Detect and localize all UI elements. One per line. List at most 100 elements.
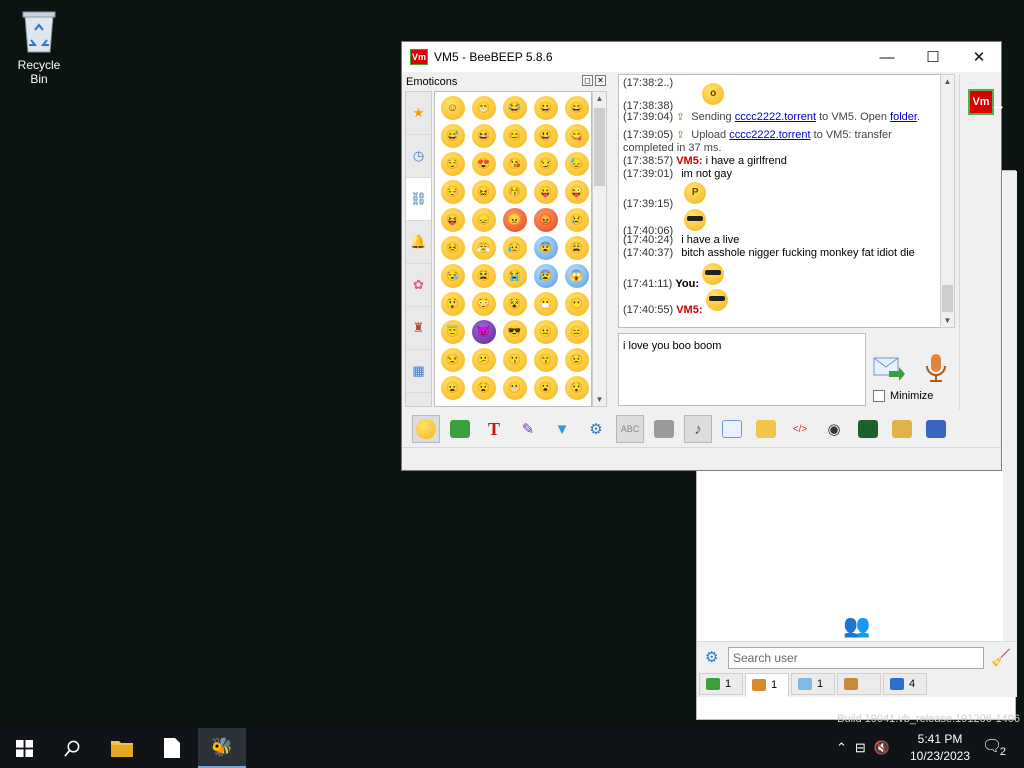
dictionary-icon[interactable] [650,415,678,443]
minimize-checkbox[interactable] [873,390,885,402]
recycle-bin-desktop-icon[interactable]: Recycle Bin [8,8,70,86]
symbol-icon[interactable]: ▦ [406,350,431,393]
volume-icon[interactable]: 🔇 [874,740,890,756]
emoticon-item[interactable]: 😮 [530,374,561,402]
link-icon[interactable]: ⛓ [406,178,431,221]
emoticon-item[interactable]: 😠 [499,206,530,234]
emoticon-item[interactable]: 😩 [561,234,591,262]
emoticon-item[interactable]: 😟 [561,346,591,374]
emoticon-item[interactable]: 😌 [437,150,468,178]
chat-transcript[interactable]: (17:38:2..) (17:38:38) o (17:39:04) ⇪ Se… [618,74,954,328]
emoticon-item[interactable]: 😚 [499,178,530,206]
emoticon-item[interactable]: 😡 [530,206,561,234]
screenshot-icon[interactable]: ◉ [820,415,848,443]
send-folder-icon[interactable] [752,415,780,443]
notifications-button[interactable]: 🗨 2 [982,736,1006,758]
emoticons-icon[interactable] [412,415,440,443]
clear-search-icon[interactable]: 🧹 [991,648,1011,668]
file-link[interactable]: cccc2222.torrent [729,129,810,141]
file-link[interactable]: cccc2222.torrent [735,111,816,123]
emoticon-item[interactable]: 😢 [561,206,591,234]
emoticon-item[interactable]: 😎 [499,318,530,346]
emoticon-item[interactable]: 😖 [468,178,499,206]
emoticon-item[interactable]: 😵 [499,290,530,318]
scroll-down-icon[interactable]: ▼ [941,314,954,327]
emoticon-item[interactable]: 😜 [561,178,591,206]
emoticon-item[interactable]: 😣 [437,234,468,262]
emoticon-item[interactable]: 😥 [499,234,530,262]
microphone-icon[interactable] [924,353,948,383]
download-icon[interactable] [446,415,474,443]
emoticon-item[interactable]: 😙 [530,346,561,374]
scroll-thumb[interactable] [594,108,605,186]
emoticon-scrollbar[interactable]: ▲ ▼ [592,91,607,407]
minimize-option[interactable]: Minimize [873,390,933,402]
emoticon-item[interactable]: 😗 [499,346,530,374]
title-bar[interactable]: Vm VM5 - BeeBEEP 5.8.6 — ☐ ✕ [402,42,1001,72]
emoticon-item[interactable]: 😞 [468,206,499,234]
emoticon-item[interactable]: 😈 [468,318,499,346]
color-icon[interactable]: ✎ [514,415,542,443]
close-button[interactable]: ✕ [956,42,1002,72]
emoticon-item[interactable]: 😬 [499,374,530,402]
emoticon-item[interactable]: 😋 [561,122,591,150]
maximize-button[interactable]: ☐ [910,42,956,72]
note-icon[interactable]: ♪ [684,415,712,443]
emoticon-item[interactable]: 😷 [530,290,561,318]
emoticon-item[interactable]: 😔 [437,178,468,206]
emoticon-item[interactable]: 😳 [468,290,499,318]
network-icon[interactable]: ⊟ [855,740,866,756]
file-explorer-button[interactable] [98,728,146,768]
scroll-thumb[interactable] [942,285,953,312]
terminal-icon[interactable] [854,415,882,443]
emoticon-item[interactable]: 😯 [561,374,591,402]
emoticon-item[interactable]: 😘 [499,150,530,178]
settings-icon[interactable]: ⚙ [582,415,610,443]
emoticon-item[interactable]: 😦 [437,374,468,402]
gear-icon[interactable]: ⚙ [705,650,721,666]
beebeep-taskbar-button[interactable]: 🐝 [198,728,246,768]
filter-icon[interactable]: ▼ [548,415,576,443]
emoticon-item[interactable]: 😲 [437,290,468,318]
flower-icon[interactable]: ✿ [406,264,431,307]
emoticon-item[interactable]: 😪 [437,262,468,290]
emoticon-item[interactable]: 😓 [561,150,591,178]
clock[interactable]: 5:41 PM 10/23/2023 [904,731,976,765]
emoticon-item[interactable]: 😁 [468,94,499,122]
message-input[interactable]: i love you boo boom [618,333,866,406]
emoticon-item[interactable]: 😤 [468,234,499,262]
object-icon[interactable]: ♜ [406,307,431,350]
minimize-button[interactable]: — [864,42,910,72]
emoticon-item[interactable]: 😀 [530,94,561,122]
chat-scrollbar[interactable]: ▲ ▼ [940,74,955,328]
tab-messages[interactable]: 1 [791,673,835,695]
emoticon-item[interactable]: 😏 [530,150,561,178]
emoticon-item[interactable]: 😍 [468,150,499,178]
tab-chats[interactable]: 1 [699,673,743,695]
notepad-button[interactable] [148,728,196,768]
emoticon-item[interactable]: 😆 [468,122,499,150]
scroll-down-icon[interactable]: ▼ [593,393,606,406]
search-button[interactable] [48,728,96,768]
float-panel-button[interactable]: ◻ [582,75,593,86]
emoticon-item[interactable]: 😛 [530,178,561,206]
send-file-icon[interactable] [718,415,746,443]
emoticon-item[interactable]: 😶 [561,290,591,318]
folder-link[interactable]: folder [890,111,917,123]
emoticon-item[interactable]: 😃 [530,122,561,150]
search-user-input[interactable] [728,647,984,669]
tab-shares[interactable]: 4 [883,673,927,695]
emoticon-item[interactable]: 😒 [437,346,468,374]
close-panel-button[interactable]: ✕ [595,75,606,86]
star-icon[interactable]: ★ [406,92,431,135]
scroll-up-icon[interactable]: ▲ [941,75,954,88]
start-button[interactable] [0,728,48,768]
tab-groups[interactable] [837,673,881,695]
emoticon-item[interactable]: ☺ [437,94,468,122]
clock-icon[interactable]: ◷ [406,135,431,178]
font-icon[interactable]: T [480,415,508,443]
emoticon-item[interactable]: 😊 [499,122,530,150]
edit-icon[interactable] [888,415,916,443]
emoticon-item[interactable]: 😅 [437,122,468,150]
emoticon-item[interactable]: 😇 [437,318,468,346]
